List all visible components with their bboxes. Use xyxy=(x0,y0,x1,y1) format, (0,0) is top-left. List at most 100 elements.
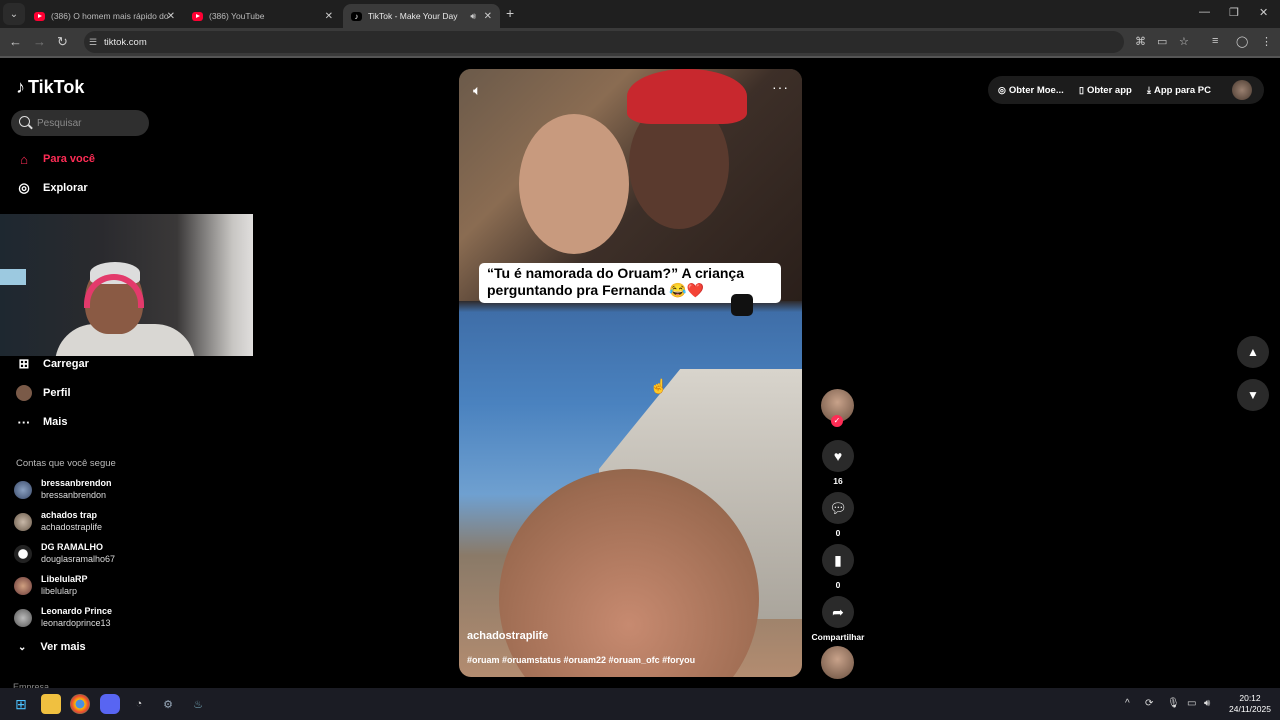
channel-badge xyxy=(731,294,753,316)
chrome-icon[interactable] xyxy=(70,694,90,714)
search-icon xyxy=(19,116,30,127)
following-item[interactable]: LibelulaRP libelularp xyxy=(14,574,88,597)
forward-icon[interactable]: → xyxy=(33,34,46,49)
clock-time: 20:12 xyxy=(1239,693,1261,703)
steam-icon[interactable]: ♨ xyxy=(188,694,208,714)
file-explorer-icon[interactable] xyxy=(41,694,61,714)
media-icon[interactable]: ≡ xyxy=(1212,35,1218,47)
close-icon[interactable]: ✕ xyxy=(167,11,175,22)
follow-check-icon[interactable]: ✓ xyxy=(831,415,843,427)
like-button[interactable]: ♥ xyxy=(822,440,854,472)
get-app-button[interactable]: ▯ Obter app xyxy=(1079,85,1132,96)
video-author[interactable]: achadostraplife xyxy=(467,630,548,642)
following-item[interactable]: DG RAMALHO douglasramalho67 xyxy=(14,542,115,565)
back-icon[interactable]: ← xyxy=(9,34,22,49)
system-clock[interactable]: 20:12 24/11/2025 xyxy=(1224,693,1276,715)
volume-tray-icon[interactable]: 🔊︎ xyxy=(1204,698,1210,709)
translate-icon[interactable]: ⌘ xyxy=(1135,35,1146,48)
youtube-icon xyxy=(34,11,45,21)
user-avatar[interactable] xyxy=(1232,80,1252,100)
tab-youtube-1[interactable]: (386) O homem mais rápido do ✕ xyxy=(26,4,183,28)
nav-for-you[interactable]: ⌂ Para você xyxy=(16,151,95,167)
account-name: DG RAMALHO xyxy=(41,542,103,552)
youtube-icon xyxy=(192,11,203,21)
menu-icon[interactable]: ⋮ xyxy=(1261,35,1272,48)
settings-icon[interactable]: ⚙ xyxy=(158,694,178,714)
next-video-button[interactable]: ▼ xyxy=(1237,379,1269,411)
tab-search-icon[interactable]: ⌄ xyxy=(3,3,25,25)
following-title: Contas que você segue xyxy=(16,458,116,469)
microphone-icon[interactable]: 🎙︎ xyxy=(1167,698,1180,709)
network-icon[interactable]: ▭ xyxy=(1187,698,1196,709)
volume-icon[interactable]: 🔈︎ xyxy=(473,82,481,99)
nav-profile[interactable]: Perfil xyxy=(16,385,71,401)
new-tab-button[interactable]: + xyxy=(506,5,514,21)
like-count: 16 xyxy=(833,476,843,486)
get-coins-button[interactable]: ◎ Obter Moe... xyxy=(998,85,1064,96)
tiktok-page: ♪ TikTok Pesquisar ⌂ Para você ◎ Explora… xyxy=(0,58,1280,692)
search-input[interactable]: Pesquisar xyxy=(11,110,149,136)
save-button[interactable]: ▮ xyxy=(822,544,854,576)
account-handle: achadostraplife xyxy=(41,522,103,532)
avatar xyxy=(16,385,32,401)
speaker-icon[interactable]: 🔊︎ xyxy=(470,11,476,22)
site-info-icon[interactable]: ☰ xyxy=(89,37,97,48)
window-close-icon[interactable]: ✕ xyxy=(1259,6,1268,19)
phone-icon: ▯ xyxy=(1079,84,1084,95)
avatar xyxy=(14,608,32,627)
avatar xyxy=(14,544,32,563)
video-hashtags[interactable]: #oruam #oruamstatus #oruam22 #oruam_ofc … xyxy=(467,655,695,665)
webcam-overlay xyxy=(0,214,253,356)
account-handle: douglasramalho67 xyxy=(41,554,116,564)
sync-icon[interactable]: ⟳ xyxy=(1145,698,1153,709)
sound-avatar[interactable] xyxy=(821,646,854,679)
bookmark-icon: ▮ xyxy=(834,551,842,568)
account-handle: bressanbrendon xyxy=(41,490,107,500)
see-more-button[interactable]: ⌄ Ver mais xyxy=(18,641,86,653)
account-name: achados trap xyxy=(41,510,98,520)
heart-icon: ♥ xyxy=(833,448,843,464)
address-bar[interactable]: ☰ tiktok.com xyxy=(84,31,1124,53)
video-player[interactable]: “Tu é namorada do Oruam?” A criança perg… xyxy=(459,69,802,677)
chevron-down-icon: ⌄ xyxy=(18,641,27,653)
reload-icon[interactable]: ↻ xyxy=(57,34,68,50)
share-label: Compartilhar xyxy=(811,632,865,642)
close-icon[interactable]: ✕ xyxy=(325,11,333,22)
comment-button[interactable]: 💬︎ xyxy=(822,492,854,524)
tab-tiktok[interactable]: ♪ TikTok - Make Your Day 🔊︎ ✕ xyxy=(343,4,500,28)
nav-upload[interactable]: ⊞ Carregar xyxy=(16,356,89,372)
tab-youtube-2[interactable]: (386) YouTube ✕ xyxy=(184,4,341,28)
nav-explore[interactable]: ◎ Explorar xyxy=(16,180,87,196)
bookmark-star-icon[interactable]: ☆ xyxy=(1179,35,1189,48)
tiktok-logo[interactable]: ♪ TikTok xyxy=(16,77,84,98)
minimize-icon[interactable]: — xyxy=(1199,6,1210,18)
previous-video-button[interactable]: ▲ xyxy=(1237,336,1269,368)
account-name: bressanbrendon xyxy=(41,478,112,488)
mouse-cursor-icon: ☝ xyxy=(650,378,668,394)
chevron-down-icon: ▼ xyxy=(1247,388,1259,402)
profile-icon[interactable]: ◯ xyxy=(1236,35,1248,48)
following-item[interactable]: achados trap achadostraplife xyxy=(14,510,102,533)
tiktok-icon: ♪ xyxy=(16,77,25,97)
following-item[interactable]: Leonardo Prince leonardoprince13 xyxy=(14,606,112,629)
nav-more[interactable]: ··· Mais xyxy=(16,414,68,430)
account-name: Leonardo Prince xyxy=(41,606,113,616)
following-item[interactable]: bressanbrendon bressanbrendon xyxy=(14,478,112,501)
background-monitor xyxy=(0,269,26,285)
cast-icon[interactable]: ▭ xyxy=(1157,35,1167,48)
discord-icon[interactable] xyxy=(100,694,120,714)
search-placeholder: Pesquisar xyxy=(37,117,82,129)
app-icon[interactable]: ◔ xyxy=(129,694,149,714)
avatar xyxy=(14,512,32,531)
close-icon[interactable]: ✕ xyxy=(484,11,492,22)
pc-app-button[interactable]: ⤓ App para PC xyxy=(1147,85,1211,96)
nav-label: Mais xyxy=(43,416,68,428)
restore-icon[interactable]: ❐ xyxy=(1229,6,1239,19)
windows-start-icon[interactable]: ⊞ xyxy=(11,694,31,714)
more-options-icon[interactable]: ··· xyxy=(772,79,789,95)
tab-title: (386) O homem mais rápido do xyxy=(51,11,169,21)
video-person-hair xyxy=(627,69,747,124)
tab-title: TikTok - Make Your Day xyxy=(368,11,458,21)
share-button[interactable]: ➦ xyxy=(822,596,854,628)
tray-chevron-up-icon[interactable]: ^ xyxy=(1125,698,1130,709)
